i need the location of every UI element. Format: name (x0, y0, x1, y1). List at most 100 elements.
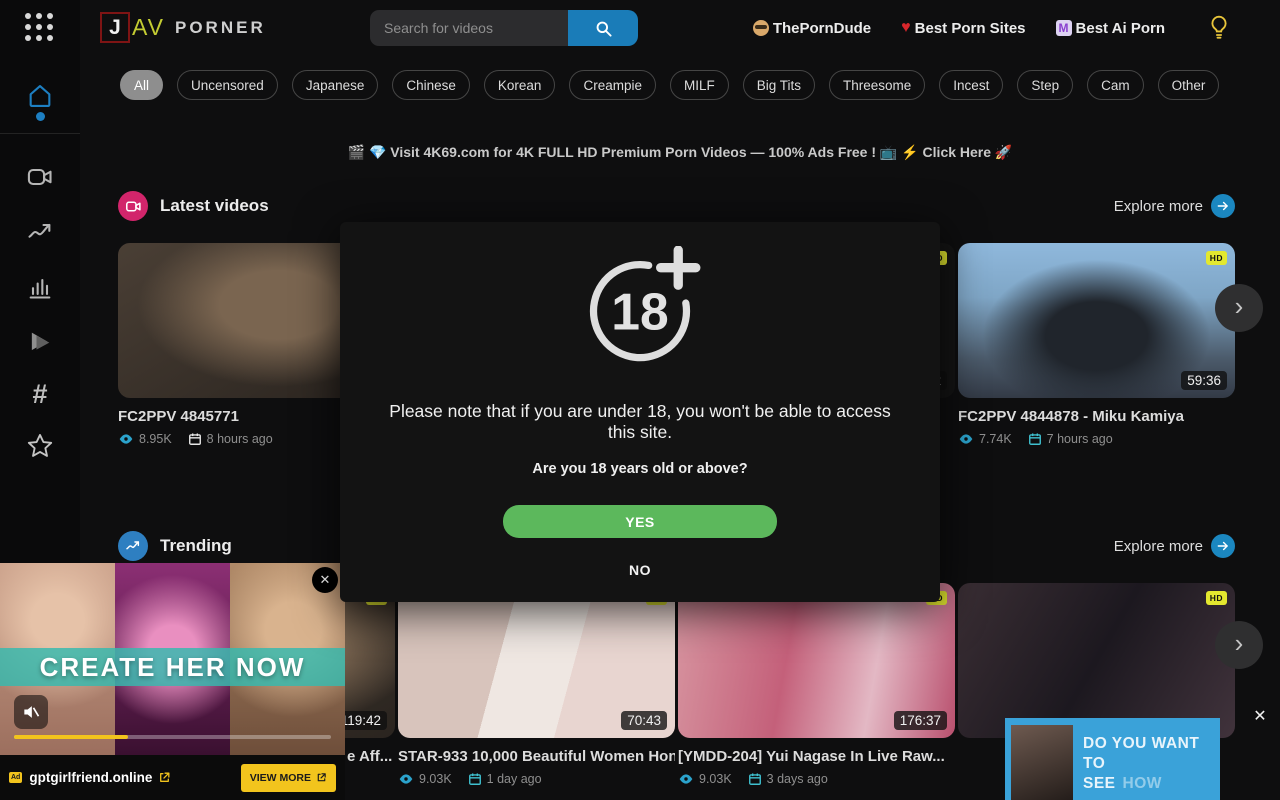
ad-close-button[interactable]: ✕ (312, 567, 338, 593)
hd-badge: HD (1206, 591, 1227, 605)
category-korean[interactable]: Korean (484, 70, 556, 100)
calendar-icon (468, 772, 482, 786)
video-thumbnail[interactable]: HD (958, 583, 1235, 738)
trending-section-icon (118, 531, 148, 561)
banner-ad[interactable]: DO YOU WANT TO SEE HOW (1005, 718, 1220, 800)
trending-up-icon (26, 218, 54, 246)
ad-text-line2: SEE (1083, 775, 1116, 792)
ad-badge: Ad (9, 772, 22, 783)
sidebar-item-favorites[interactable] (0, 432, 80, 460)
category-big-tits[interactable]: Big Tits (743, 70, 815, 100)
top-header: J AV PORNER ThePornDude ♥ Best Porn Site… (80, 0, 1280, 56)
sidebar-item-tags[interactable]: # (0, 381, 80, 407)
latest-explore-more[interactable]: Explore more (1114, 194, 1235, 218)
upload-age: 3 days ago (767, 772, 828, 786)
logo-j: J (100, 12, 130, 43)
category-step[interactable]: Step (1017, 70, 1073, 100)
trending-explore-more[interactable]: Explore more (1114, 534, 1235, 558)
sidebar-item-home[interactable] (0, 82, 80, 110)
age-verification-modal: 18 Please note that if you are under 18,… (340, 222, 940, 602)
calendar-icon (1028, 432, 1042, 446)
arrow-right-icon (1211, 194, 1235, 218)
age-warning-text: Please note that if you are under 18, yo… (384, 401, 896, 443)
video-meta: 7.74K 7 hours ago (958, 431, 1235, 447)
category-cam[interactable]: Cam (1087, 70, 1144, 100)
latest-next-button[interactable]: › (1215, 284, 1263, 332)
yes-button[interactable]: YES (503, 505, 777, 538)
video-thumbnail[interactable]: HD 59:36 (958, 243, 1235, 398)
explore-label: Explore more (1114, 198, 1203, 215)
ad-text-highlight: HOW (1123, 775, 1162, 792)
arrow-right-icon (1211, 534, 1235, 558)
sidebar-item-trending[interactable] (0, 218, 80, 246)
banner-ad-close-button[interactable]: ✕ (1248, 704, 1272, 728)
muted-speaker-icon (21, 702, 41, 722)
ad-site-link[interactable]: gptgirlfriend.online (29, 770, 152, 785)
external-link-icon (158, 771, 171, 784)
search-icon (594, 19, 613, 38)
category-japanese[interactable]: Japanese (292, 70, 379, 100)
active-indicator-dot (36, 112, 45, 121)
explore-label: Explore more (1114, 538, 1203, 555)
upload-age: 7 hours ago (1047, 432, 1113, 446)
sidebar-item-stats[interactable] (0, 273, 80, 301)
video-title[interactable]: [YMDD-204] Yui Nagase In Live Raw... (678, 748, 955, 765)
video-title[interactable]: FC2PPV 4844878 - Miku Kamiya (958, 408, 1235, 425)
views-count: 9.03K (419, 772, 452, 786)
18-plus-icon: 18 (578, 246, 702, 370)
link-theporndude[interactable]: ThePornDude (753, 20, 871, 37)
views-count: 8.95K (139, 432, 172, 446)
link-label: ThePornDude (773, 20, 871, 37)
ad-progress-fill (14, 735, 128, 739)
views-icon (678, 771, 694, 787)
video-meta: 9.03K 3 days ago (678, 771, 955, 787)
views-count: 9.03K (699, 772, 732, 786)
category-all[interactable]: All (120, 70, 163, 100)
video-title[interactable]: STAR-933 10,000 Beautiful Women Honj... (398, 748, 675, 765)
star-icon (26, 432, 54, 460)
link-best-ai-porn[interactable]: M Best Ai Porn (1056, 20, 1165, 37)
video-ad[interactable]: CREATE HER NOW Ad gptgirlfriend.online V… (0, 563, 345, 800)
apps-grid-icon[interactable] (25, 13, 55, 43)
video-camera-icon (26, 163, 54, 191)
sidebar-divider (0, 133, 80, 134)
category-creampie[interactable]: Creampie (569, 70, 656, 100)
video-camera-icon (125, 198, 142, 215)
age-question-text: Are you 18 years old or above? (340, 461, 940, 477)
sidebar-item-videos[interactable] (0, 163, 80, 191)
ad-text-line1: DO YOU WANT TO (1083, 734, 1220, 774)
video-thumbnail[interactable]: HD 70:43 (398, 583, 675, 738)
trending-next-button[interactable]: › (1215, 621, 1263, 669)
category-chinese[interactable]: Chinese (392, 70, 470, 100)
video-thumbnail[interactable]: HD 176:37 (678, 583, 955, 738)
external-link-icon (316, 772, 327, 783)
search-input[interactable] (370, 10, 568, 46)
category-milf[interactable]: MILF (670, 70, 729, 100)
ad-text: DO YOU WANT TO SEE HOW (1083, 734, 1220, 794)
video-card: HD 176:37 [YMDD-204] Yui Nagase In Live … (678, 583, 955, 787)
view-more-button[interactable]: VIEW MORE (241, 764, 336, 792)
views-icon (118, 431, 134, 447)
promo-banner-link[interactable]: 🎬 💎 Visit 4K69.com for 4K FULL HD Premiu… (80, 144, 1280, 161)
ad-headline: CREATE HER NOW (40, 652, 306, 683)
ad-video-player[interactable]: CREATE HER NOW (0, 563, 345, 755)
calendar-icon (188, 432, 202, 446)
theme-toggle[interactable] (1206, 14, 1232, 42)
link-best-porn-sites[interactable]: ♥ Best Porn Sites (901, 20, 1025, 37)
ad-info-bar: Ad gptgirlfriend.online VIEW MORE (0, 755, 345, 800)
category-uncensored[interactable]: Uncensored (177, 70, 278, 100)
category-other[interactable]: Other (1158, 70, 1220, 100)
trending-up-icon (125, 538, 141, 554)
svg-text:18: 18 (611, 283, 668, 341)
no-button[interactable]: NO (629, 562, 651, 578)
sidebar-item-player[interactable] (0, 328, 80, 356)
search-button[interactable] (568, 10, 638, 46)
section-title: Latest videos (160, 196, 269, 216)
mute-button[interactable] (14, 695, 48, 729)
heart-icon: ♥ (901, 20, 911, 36)
category-incest[interactable]: Incest (939, 70, 1003, 100)
category-threesome[interactable]: Threesome (829, 70, 925, 100)
ad-image (1011, 725, 1073, 800)
upload-age: 1 day ago (487, 772, 542, 786)
site-logo[interactable]: J AV PORNER (100, 12, 266, 43)
